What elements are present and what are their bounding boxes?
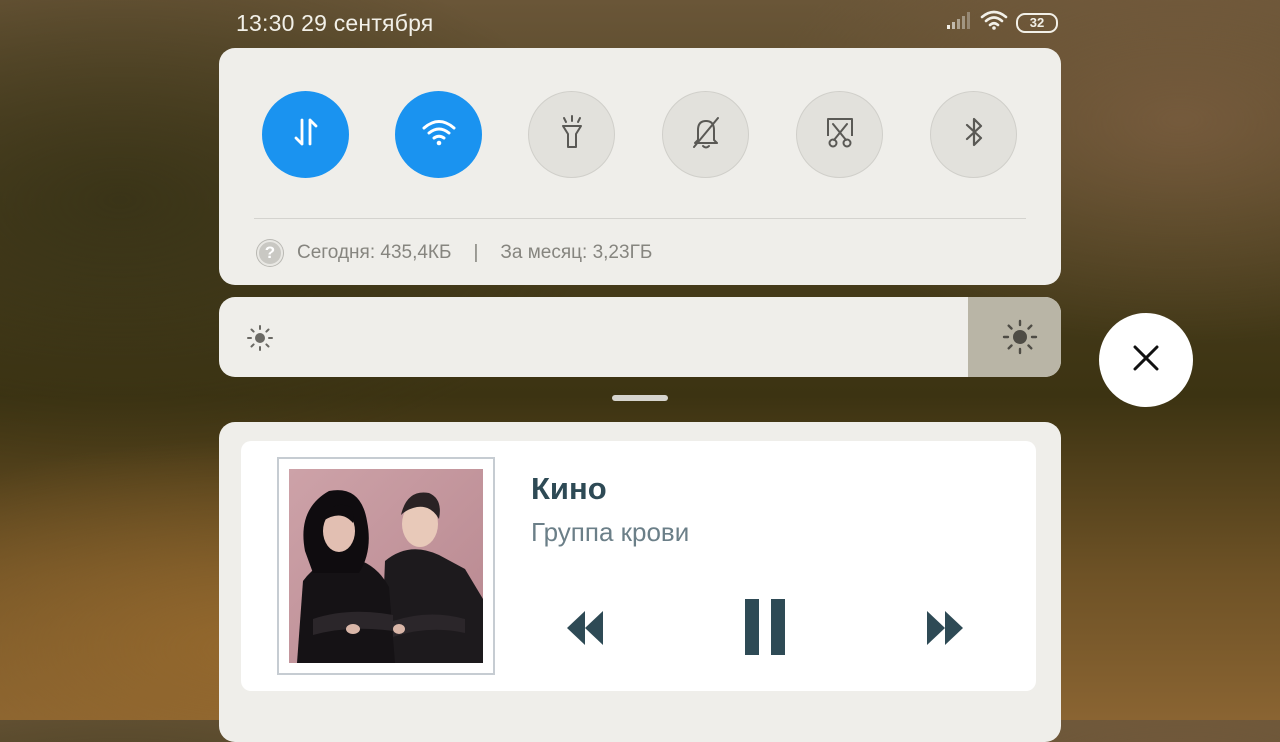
bell-off-icon — [689, 114, 723, 155]
sun-small-icon — [245, 323, 275, 358]
toggle-wifi[interactable] — [395, 91, 482, 178]
status-bar: 13:30 29 сентября 32 — [236, 8, 1058, 38]
pause-icon — [744, 598, 786, 661]
sun-large-icon — [1002, 319, 1038, 360]
flashlight-icon — [555, 114, 589, 155]
scissors-screenshot-icon — [822, 114, 858, 155]
quick-settings-panel: ? Сегодня: 435,4КБ | За месяц: 3,23ГБ — [219, 48, 1061, 285]
track-artist: Кино — [531, 471, 607, 506]
toggle-bluetooth[interactable] — [930, 91, 1017, 178]
bluetooth-icon — [959, 115, 989, 154]
data-usage-today: Сегодня: 435,4КБ — [297, 242, 452, 263]
next-button[interactable] — [919, 607, 971, 653]
track-title: Группа крови — [531, 517, 690, 547]
signal-icon — [946, 11, 972, 34]
data-usage-separator: | — [473, 242, 479, 263]
close-icon — [1132, 344, 1160, 377]
brightness-slider[interactable] — [219, 297, 1061, 377]
album-cover-frame — [277, 457, 495, 675]
toggle-flashlight[interactable] — [528, 91, 615, 178]
battery-icon: 32 — [1016, 12, 1058, 33]
status-icons: 32 — [946, 10, 1058, 35]
media-player[interactable]: Кино Группа крови — [241, 441, 1036, 691]
mobile-data-icon — [289, 115, 323, 154]
wifi-icon — [980, 10, 1008, 35]
previous-button[interactable] — [559, 607, 611, 653]
help-icon[interactable]: ? — [257, 240, 283, 266]
wifi-icon — [421, 118, 457, 151]
quick-settings-divider — [254, 218, 1026, 219]
drag-handle[interactable] — [612, 395, 668, 401]
close-button[interactable] — [1099, 313, 1193, 407]
pause-button[interactable] — [737, 597, 793, 661]
data-usage-month: За месяц: 3,23ГБ — [500, 242, 653, 263]
toggle-screenshot[interactable] — [796, 91, 883, 178]
rewind-icon — [565, 609, 605, 652]
toggle-mobile-data[interactable] — [262, 91, 349, 178]
data-usage-row[interactable]: ? Сегодня: 435,4КБ | За месяц: 3,23ГБ — [257, 238, 652, 268]
toggle-silent[interactable] — [662, 91, 749, 178]
album-cover — [289, 469, 483, 663]
status-time-date: 13:30 29 сентября — [236, 10, 434, 36]
fast-forward-icon — [925, 609, 965, 652]
